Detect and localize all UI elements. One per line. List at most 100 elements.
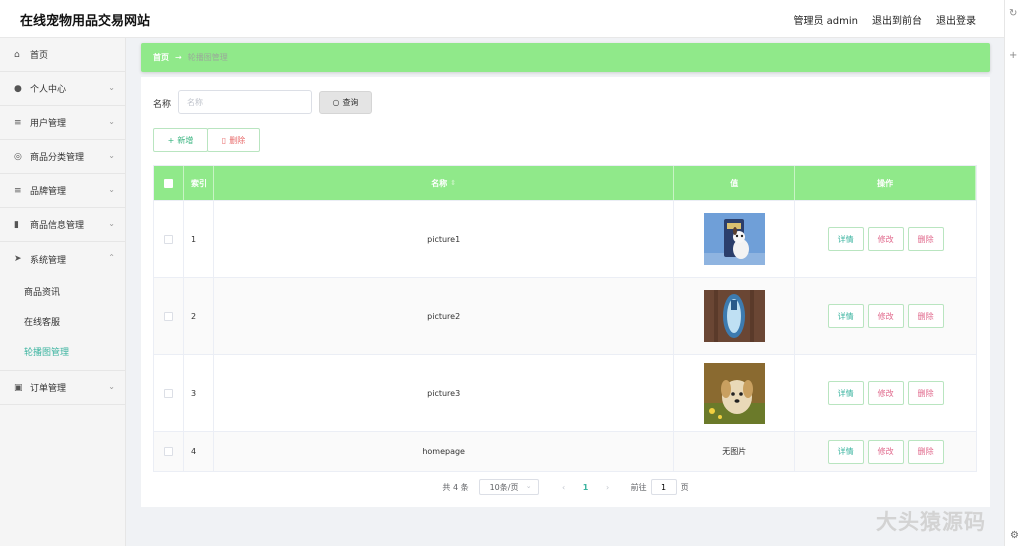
refresh-icon[interactable]: ↻ <box>1009 8 1017 19</box>
carousel-image-thumbnail[interactable] <box>703 362 765 424</box>
sidebar-item-users[interactable]: ≡ 用户管理 ⌄ <box>0 106 125 140</box>
header-index: 索引 <box>184 166 214 200</box>
sidebar-item-profile[interactable]: ● 个人中心 ⌄ <box>0 72 125 106</box>
header-value: 值 <box>674 166 796 200</box>
detail-button[interactable]: 详情 <box>827 381 864 405</box>
site-title: 在线宠物用品交易网站 <box>20 14 151 29</box>
goto-page-input[interactable] <box>650 479 677 495</box>
send-icon: ➤ <box>14 254 22 264</box>
header-name[interactable]: 名称 ⇕ <box>214 166 675 200</box>
top-bar: 在线宠物用品交易网站 管理员 admin 退出到前台 退出登录 <box>0 0 1004 38</box>
sidebar-item-label: 系统管理 <box>30 255 67 266</box>
sort-icon[interactable]: ⇕ <box>450 179 456 187</box>
search-icon: ○ <box>332 98 340 107</box>
carousel-image-thumbnail[interactable] <box>703 213 765 265</box>
detail-button[interactable]: 详情 <box>827 439 864 464</box>
header-checkbox-cell <box>154 166 184 200</box>
plus-icon[interactable]: + <box>1009 50 1017 61</box>
front-link[interactable]: 退出到前台 <box>872 12 922 27</box>
header-name-label: 名称 <box>431 178 448 188</box>
sidebar-item-label: 个人中心 <box>30 85 67 95</box>
row-checkbox[interactable] <box>163 388 173 398</box>
list-icon: ≡ <box>14 185 22 196</box>
row-name: picture3 <box>214 355 675 431</box>
edit-button[interactable]: 修改 <box>867 439 904 464</box>
sidebar-item-system[interactable]: ➤ 系统管理 ⌃ <box>0 242 125 276</box>
chevron-down-icon: ⌄ <box>108 117 115 126</box>
query-button[interactable]: ○ 查询 <box>319 91 372 114</box>
row-ops: 详情 修改 删除 <box>795 278 976 354</box>
row-checkbox[interactable] <box>163 311 173 321</box>
goto-label: 前往 <box>630 482 647 492</box>
carousel-table: 索引 名称 ⇕ 值 操作 1 picture1 详情 修改 删除 2 pictu… <box>153 165 977 472</box>
next-page-button[interactable]: › <box>597 483 619 492</box>
sidebar-item-category[interactable]: ◎ 商品分类管理 ⌄ <box>0 140 125 174</box>
delete-button[interactable]: 删除 <box>907 439 944 464</box>
home-icon: ⌂ <box>14 49 20 60</box>
chevron-down-icon: ⌄ <box>108 185 115 194</box>
pet-bowl-image <box>703 290 765 342</box>
logout-link[interactable]: 退出登录 <box>936 12 976 27</box>
sidebar-subitem-news[interactable]: 商品资讯 <box>0 276 125 306</box>
main-panel: 名称 ○ 查询 + 新增 ▯ 删除 索引 名称 ⇕ 值 操作 1 picture… <box>141 77 990 507</box>
delete-button[interactable]: 删除 <box>907 227 944 251</box>
table-header: 索引 名称 ⇕ 值 操作 <box>154 166 977 200</box>
page-number-current[interactable]: 1 <box>575 483 597 492</box>
table-row: 4 homepage 无图片 详情 修改 删除 <box>154 431 976 471</box>
prev-page-button[interactable]: ‹ <box>553 483 575 492</box>
detail-button[interactable]: 详情 <box>827 304 864 328</box>
page-size-select[interactable]: 10条/页 ⌄ <box>478 479 539 495</box>
carousel-image-thumbnail[interactable] <box>703 290 765 342</box>
table-row: 2 picture2 详情 修改 删除 <box>154 277 976 354</box>
row-checkbox-cell <box>154 432 184 471</box>
edit-button[interactable]: 修改 <box>867 304 904 328</box>
sidebar-subitem-carousel[interactable]: 轮播图管理 <box>0 336 125 366</box>
row-name: homepage <box>214 432 675 471</box>
delete-button[interactable]: 删除 <box>907 304 944 328</box>
row-index: 4 <box>184 432 214 471</box>
sidebar-item-home[interactable]: ⌂ 首页 <box>0 38 125 72</box>
row-checkbox[interactable] <box>163 447 173 456</box>
sidebar: ⌂ 首页 ● 个人中心 ⌄ ≡ 用户管理 ⌄ ◎ 商品分类管理 ⌄ ≡ 品牌管理… <box>0 38 126 546</box>
puppy-image <box>703 362 765 424</box>
row-ops: 详情 修改 删除 <box>795 432 976 471</box>
detail-button[interactable]: 详情 <box>827 227 864 251</box>
bar-chart-icon: ▮ <box>14 219 19 230</box>
edit-button[interactable]: 修改 <box>867 381 904 405</box>
chevron-up-icon: ⌃ <box>108 253 115 262</box>
edit-button[interactable]: 修改 <box>867 227 904 251</box>
breadcrumb-home[interactable]: 首页 <box>153 52 169 63</box>
delete-button[interactable]: 删除 <box>907 381 944 405</box>
plus-icon: + <box>167 135 175 145</box>
row-checkbox-cell <box>154 278 184 354</box>
user-icon: ● <box>14 83 22 94</box>
query-button-label: 查询 <box>342 98 359 107</box>
sidebar-item-label: 首页 <box>30 51 49 61</box>
list-icon: ≡ <box>14 117 22 128</box>
sidebar-item-goods[interactable]: ▮ 商品信息管理 ⌄ <box>0 208 125 242</box>
sidebar-item-brand[interactable]: ≡ 品牌管理 ⌄ <box>0 174 125 208</box>
sidebar-item-label: 用户管理 <box>30 119 67 129</box>
dog-food-bag-image <box>703 213 765 265</box>
row-value <box>674 355 796 431</box>
row-index: 3 <box>184 355 214 431</box>
chevron-down-icon: ⌄ <box>525 482 532 490</box>
row-checkbox[interactable] <box>163 234 173 244</box>
page-size-value: 10条/页 <box>489 482 519 492</box>
batch-delete-button[interactable]: ▯ 删除 <box>207 128 260 152</box>
category-icon: ◎ <box>14 151 22 162</box>
select-all-checkbox[interactable] <box>163 178 173 188</box>
sidebar-subitem-service[interactable]: 在线客服 <box>0 306 125 336</box>
right-tool-strip: ↻ + <box>1004 0 1024 546</box>
watermark: 大头猿源码 <box>876 510 986 534</box>
sidebar-item-orders[interactable]: ▣ 订单管理 ⌄ <box>0 371 125 405</box>
row-checkbox-cell <box>154 201 184 277</box>
add-button[interactable]: + 新增 <box>153 128 208 152</box>
delete-button-label: 删除 <box>229 135 246 145</box>
table-row: 1 picture1 详情 修改 删除 <box>154 200 976 277</box>
gear-icon[interactable]: ⚙ <box>1010 530 1019 541</box>
add-button-label: 新增 <box>177 135 194 145</box>
search-input[interactable] <box>178 90 312 114</box>
row-name: picture2 <box>214 278 675 354</box>
chevron-down-icon: ⌄ <box>108 219 115 228</box>
